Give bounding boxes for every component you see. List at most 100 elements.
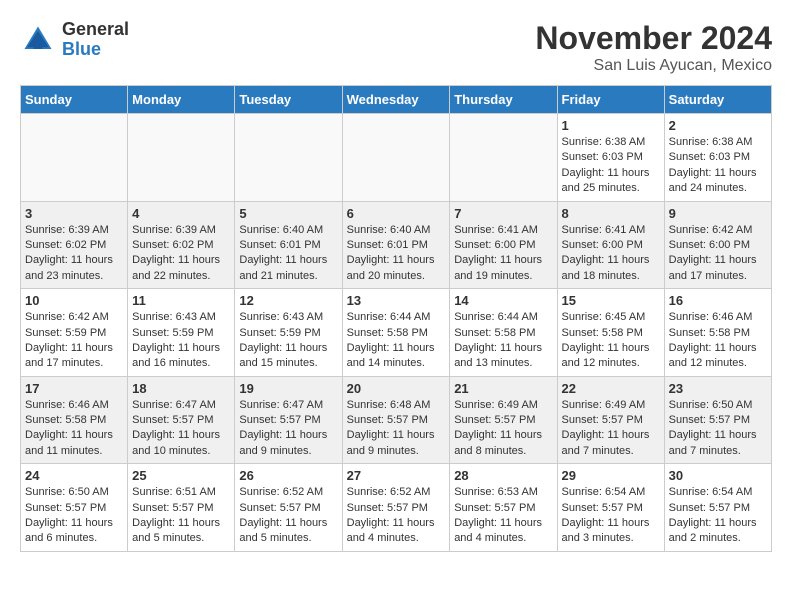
day-info: Sunrise: 6:40 AMSunset: 6:01 PMDaylight:… [347, 223, 446, 285]
calendar-day: 22 Sunrise: 6:49 AMSunset: 5:57 PMDayligh… [557, 376, 664, 464]
day-info: Sunrise: 6:47 AMSunset: 5:57 PMDaylight:… [132, 398, 230, 460]
day-info: Sunrise: 6:51 AMSunset: 5:57 PMDaylight:… [132, 485, 230, 547]
calendar-day: 10 Sunrise: 6:42 AMSunset: 5:59 PMDayligh… [21, 289, 128, 377]
day-info: Sunrise: 6:43 AMSunset: 5:59 PMDaylight:… [239, 310, 337, 372]
day-info: Sunrise: 6:42 AMSunset: 5:59 PMDaylight:… [25, 310, 123, 372]
calendar-day: 7 Sunrise: 6:41 AMSunset: 6:00 PMDaylight… [450, 201, 557, 289]
day-info: Sunrise: 6:49 AMSunset: 5:57 PMDaylight:… [562, 398, 660, 460]
calendar-day: 15Sunrise: 6:45 AMSunset: 5:58 PMDayligh… [557, 289, 664, 377]
day-number: 12 [239, 293, 337, 308]
day-number: 13 [347, 293, 446, 308]
calendar-day [450, 114, 557, 202]
calendar-day: 1 Sunrise: 6:38 AMSunset: 6:03 PMDaylight… [557, 114, 664, 202]
day-info: Sunrise: 6:52 AMSunset: 5:57 PMDaylight:… [239, 485, 337, 547]
day-number: 5 [239, 206, 337, 221]
day-number: 9 [669, 206, 767, 221]
calendar-day: 18 Sunrise: 6:47 AMSunset: 5:57 PMDayligh… [128, 376, 235, 464]
calendar-day: 9 Sunrise: 6:42 AMSunset: 6:00 PMDaylight… [664, 201, 771, 289]
day-info: Sunrise: 6:54 AMSunset: 5:57 PMDaylight:… [669, 485, 767, 547]
day-number: 26 [239, 468, 337, 483]
logo: General Blue [20, 20, 129, 60]
calendar-day: 23 Sunrise: 6:50 AMSunset: 5:57 PMDayligh… [664, 376, 771, 464]
day-number: 7 [454, 206, 552, 221]
calendar-day: 26 Sunrise: 6:52 AMSunset: 5:57 PMDayligh… [235, 464, 342, 552]
calendar-day: 27 Sunrise: 6:52 AMSunset: 5:57 PMDayligh… [342, 464, 450, 552]
day-info: Sunrise: 6:44 AMSunset: 5:58 PMDaylight:… [454, 310, 552, 372]
day-header-wednesday: Wednesday [342, 86, 450, 114]
day-info: Sunrise: 6:39 AMSunset: 6:02 PMDaylight:… [25, 223, 123, 285]
calendar-day: 5Sunrise: 6:40 AMSunset: 6:01 PMDaylight… [235, 201, 342, 289]
calendar-day: 24 Sunrise: 6:50 AMSunset: 5:57 PMDayligh… [21, 464, 128, 552]
day-info: Sunrise: 6:39 AMSunset: 6:02 PMDaylight:… [132, 223, 230, 285]
calendar-day: 8 Sunrise: 6:41 AMSunset: 6:00 PMDaylight… [557, 201, 664, 289]
calendar-day [342, 114, 450, 202]
calendar-week-row: 10 Sunrise: 6:42 AMSunset: 5:59 PMDayligh… [21, 289, 772, 377]
day-info: Sunrise: 6:43 AMSunset: 5:59 PMDaylight:… [132, 310, 230, 372]
day-info: Sunrise: 6:53 AMSunset: 5:57 PMDaylight:… [454, 485, 552, 547]
calendar-week-row: 1 Sunrise: 6:38 AMSunset: 6:03 PMDaylight… [21, 114, 772, 202]
day-number: 22 [562, 381, 660, 396]
calendar-week-row: 24 Sunrise: 6:50 AMSunset: 5:57 PMDayligh… [21, 464, 772, 552]
day-number: 29 [562, 468, 660, 483]
calendar-day: 29Sunrise: 6:54 AMSunset: 5:57 PMDayligh… [557, 464, 664, 552]
day-number: 16 [669, 293, 767, 308]
calendar-day: 11 Sunrise: 6:43 AMSunset: 5:59 PMDayligh… [128, 289, 235, 377]
day-info: Sunrise: 6:50 AMSunset: 5:57 PMDaylight:… [669, 398, 767, 460]
day-info: Sunrise: 6:46 AMSunset: 5:58 PMDaylight:… [25, 398, 123, 460]
day-number: 23 [669, 381, 767, 396]
day-header-thursday: Thursday [450, 86, 557, 114]
calendar-day: 12 Sunrise: 6:43 AMSunset: 5:59 PMDayligh… [235, 289, 342, 377]
calendar-week-row: 3 Sunrise: 6:39 AMSunset: 6:02 PMDaylight… [21, 201, 772, 289]
calendar-week-row: 17Sunrise: 6:46 AMSunset: 5:58 PMDayligh… [21, 376, 772, 464]
day-info: Sunrise: 6:42 AMSunset: 6:00 PMDaylight:… [669, 223, 767, 285]
calendar-day: 6 Sunrise: 6:40 AMSunset: 6:01 PMDaylight… [342, 201, 450, 289]
day-number: 30 [669, 468, 767, 483]
calendar-day: 4Sunrise: 6:39 AMSunset: 6:02 PMDaylight… [128, 201, 235, 289]
day-number: 28 [454, 468, 552, 483]
day-info: Sunrise: 6:41 AMSunset: 6:00 PMDaylight:… [562, 223, 660, 285]
day-header-sunday: Sunday [21, 86, 128, 114]
day-number: 27 [347, 468, 446, 483]
day-header-tuesday: Tuesday [235, 86, 342, 114]
day-info: Sunrise: 6:48 AMSunset: 5:57 PMDaylight:… [347, 398, 446, 460]
calendar-day: 2Sunrise: 6:38 AMSunset: 6:03 PMDaylight… [664, 114, 771, 202]
day-number: 24 [25, 468, 123, 483]
day-info: Sunrise: 6:47 AMSunset: 5:57 PMDaylight:… [239, 398, 337, 460]
calendar-day [21, 114, 128, 202]
day-number: 8 [562, 206, 660, 221]
calendar-day: 17Sunrise: 6:46 AMSunset: 5:58 PMDayligh… [21, 376, 128, 464]
calendar-day: 30 Sunrise: 6:54 AMSunset: 5:57 PMDayligh… [664, 464, 771, 552]
calendar-day [128, 114, 235, 202]
calendar-day: 13 Sunrise: 6:44 AMSunset: 5:58 PMDayligh… [342, 289, 450, 377]
title-block: November 2024 San Luis Ayucan, Mexico [535, 20, 772, 75]
day-number: 6 [347, 206, 446, 221]
day-number: 11 [132, 293, 230, 308]
day-info: Sunrise: 6:49 AMSunset: 5:57 PMDaylight:… [454, 398, 552, 460]
day-header-saturday: Saturday [664, 86, 771, 114]
calendar-day: 21 Sunrise: 6:49 AMSunset: 5:57 PMDayligh… [450, 376, 557, 464]
month-title: November 2024 [535, 20, 772, 57]
logo-icon [20, 22, 56, 58]
calendar-day: 14Sunrise: 6:44 AMSunset: 5:58 PMDayligh… [450, 289, 557, 377]
day-header-monday: Monday [128, 86, 235, 114]
calendar-day: 19Sunrise: 6:47 AMSunset: 5:57 PMDayligh… [235, 376, 342, 464]
page-header: General Blue November 2024 San Luis Ayuc… [20, 20, 772, 75]
day-number: 2 [669, 118, 767, 133]
day-header-friday: Friday [557, 86, 664, 114]
day-info: Sunrise: 6:52 AMSunset: 5:57 PMDaylight:… [347, 485, 446, 547]
day-info: Sunrise: 6:50 AMSunset: 5:57 PMDaylight:… [25, 485, 123, 547]
location: San Luis Ayucan, Mexico [535, 57, 772, 75]
day-info: Sunrise: 6:38 AMSunset: 6:03 PMDaylight:… [562, 135, 660, 197]
day-number: 10 [25, 293, 123, 308]
day-number: 3 [25, 206, 123, 221]
day-number: 21 [454, 381, 552, 396]
day-number: 18 [132, 381, 230, 396]
calendar: SundayMondayTuesdayWednesdayThursdayFrid… [20, 85, 772, 552]
calendar-day: 20Sunrise: 6:48 AMSunset: 5:57 PMDayligh… [342, 376, 450, 464]
calendar-day: 25 Sunrise: 6:51 AMSunset: 5:57 PMDayligh… [128, 464, 235, 552]
day-info: Sunrise: 6:41 AMSunset: 6:00 PMDaylight:… [454, 223, 552, 285]
calendar-day: 28 Sunrise: 6:53 AMSunset: 5:57 PMDayligh… [450, 464, 557, 552]
day-info: Sunrise: 6:44 AMSunset: 5:58 PMDaylight:… [347, 310, 446, 372]
day-number: 25 [132, 468, 230, 483]
day-number: 1 [562, 118, 660, 133]
